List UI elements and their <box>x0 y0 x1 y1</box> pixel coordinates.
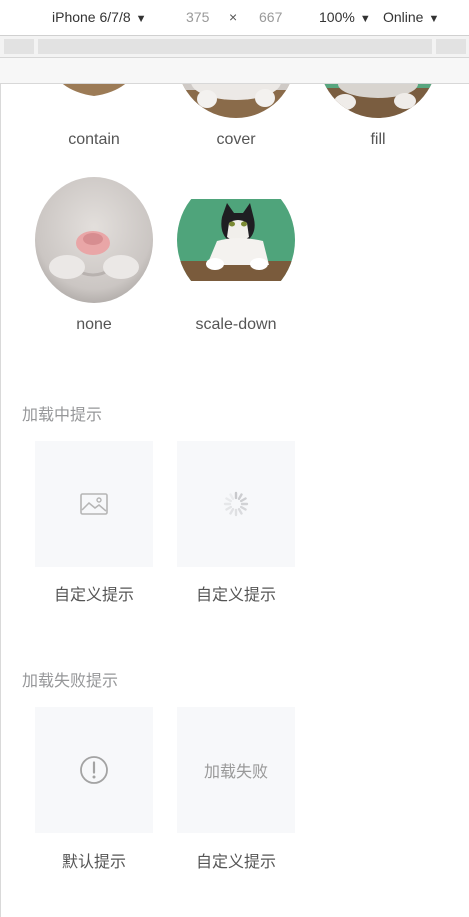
image-none[interactable] <box>35 177 153 303</box>
media-query-segment[interactable] <box>4 39 34 54</box>
caption-cover: cover <box>216 131 256 148</box>
zoom-label: 100% <box>319 9 355 25</box>
devtools-toolbar: iPhone 6/7/8 ▼ 375 × 667 100% ▼ Online ▼ <box>0 0 469 36</box>
section-title-loading: 加载中提示 <box>22 407 103 424</box>
caption-loading-default: 自定义提示 <box>53 587 134 604</box>
image-scale-down[interactable] <box>177 177 295 303</box>
section-title-error: 加载失败提示 <box>22 673 119 690</box>
caption-loading-custom: 自定义提示 <box>195 587 276 604</box>
error-placeholder-custom: 加载失败 <box>177 707 295 833</box>
caption-contain: contain <box>68 131 120 148</box>
swap-dimensions-icon[interactable]: × <box>229 9 237 25</box>
caption-none: none <box>76 316 112 333</box>
error-custom-text: 加载失败 <box>203 764 268 781</box>
error-placeholder-default <box>35 707 153 833</box>
dropdown-icon: ▼ <box>359 13 371 25</box>
loading-placeholder-custom <box>177 441 295 567</box>
dropdown-icon: ▼ <box>428 13 440 25</box>
zoom-select[interactable]: 100% ▼ <box>319 9 371 25</box>
dropdown-icon: ▼ <box>135 13 147 25</box>
device-select[interactable]: iPhone 6/7/8 ▼ <box>52 9 147 25</box>
caption-fill: fill <box>370 131 386 148</box>
image-fill[interactable] <box>319 84 437 118</box>
ruler-bar <box>0 58 469 84</box>
loading-placeholder-default <box>35 441 153 567</box>
loading-spinner-icon <box>223 491 249 517</box>
width-input[interactable]: 375 <box>186 9 209 25</box>
caption-error-custom: 自定义提示 <box>195 854 276 871</box>
warning-icon <box>80 756 108 784</box>
height-input[interactable]: 667 <box>259 9 282 25</box>
image-contain[interactable] <box>35 84 153 97</box>
media-query-segment[interactable] <box>38 39 432 54</box>
image-cover[interactable] <box>177 84 295 118</box>
photo-icon <box>80 493 108 515</box>
caption-error-default: 默认提示 <box>61 854 126 871</box>
media-query-bar <box>0 36 469 58</box>
device-viewport: contain cover fill none scale-down 加载中提示… <box>0 84 469 917</box>
network-select[interactable]: Online ▼ <box>383 9 439 25</box>
caption-scale-down: scale-down <box>195 316 277 333</box>
device-label: iPhone 6/7/8 <box>52 9 131 25</box>
network-label: Online <box>383 9 424 25</box>
media-query-segment[interactable] <box>436 39 466 54</box>
